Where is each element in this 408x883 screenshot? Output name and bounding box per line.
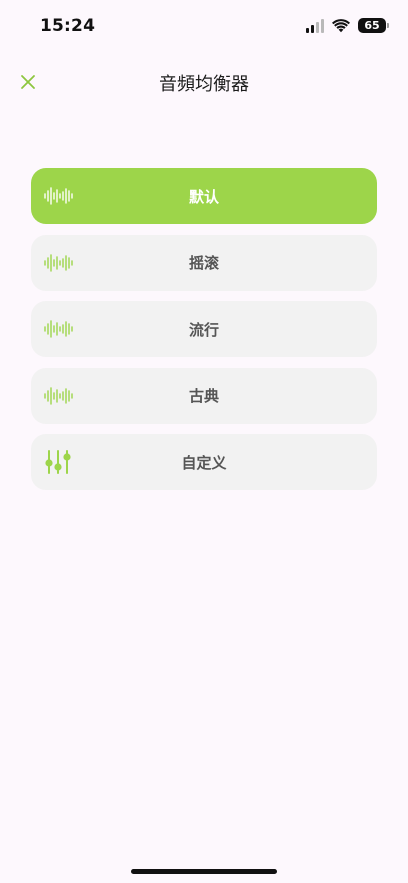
- preset-classical[interactable]: 古典: [31, 367, 377, 424]
- battery-level: 65: [364, 19, 380, 32]
- cellular-signal-icon: [306, 18, 324, 33]
- status-time: 15:24: [40, 16, 96, 36]
- preset-pop[interactable]: 流行: [31, 301, 377, 357]
- equalizer-screen: 15:24 65 音頻均衡器 默认 摇滚 流行 古典 自定义: [0, 0, 408, 883]
- status-bar: 15:24 65: [0, 0, 408, 52]
- preset-label: 摇滚: [188, 254, 219, 272]
- waveform-icon: [44, 187, 74, 205]
- waveform-icon: [44, 320, 74, 338]
- preset-label: 默认: [188, 187, 219, 206]
- wifi-icon: [332, 18, 350, 33]
- waveform-icon: [44, 253, 74, 272]
- preset-label: 自定义: [181, 453, 227, 472]
- page-title: 音頻均衡器: [159, 74, 249, 95]
- home-indicator: [131, 869, 277, 874]
- status-indicators: 65: [306, 18, 389, 33]
- waveform-icon: [44, 386, 74, 405]
- preset-rock[interactable]: 摇滚: [31, 234, 377, 291]
- nav-bar: 音頻均衡器: [0, 60, 408, 104]
- preset-label: 流行: [188, 320, 219, 339]
- sliders-icon: [44, 449, 72, 475]
- preset-default[interactable]: 默认: [31, 168, 377, 224]
- battery-icon: 65: [358, 18, 389, 33]
- preset-label: 古典: [188, 387, 219, 405]
- preset-list: 默认 摇滚 流行 古典 自定义: [31, 168, 377, 501]
- preset-custom[interactable]: 自定义: [31, 434, 377, 490]
